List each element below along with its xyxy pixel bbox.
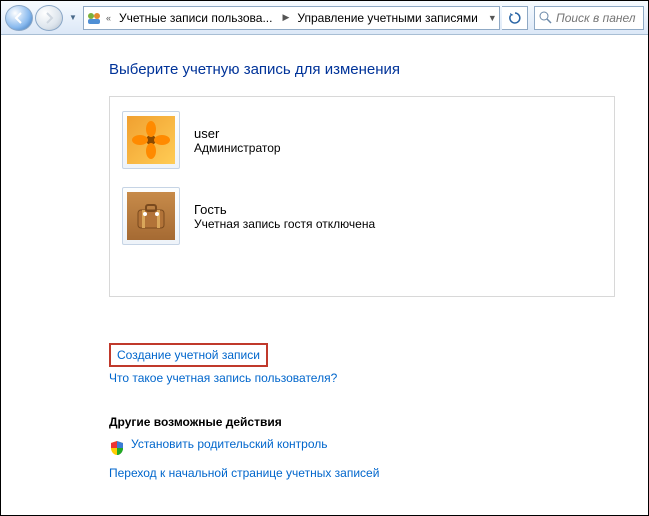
refresh-button[interactable] [502,6,528,30]
account-item-user[interactable]: user Администратор [122,106,602,182]
shield-icon [109,440,125,456]
arrow-left-icon [13,12,25,24]
back-button[interactable] [5,5,33,31]
avatar-suitcase-icon [127,192,175,240]
avatar-flower-icon [127,116,175,164]
forward-button[interactable] [35,5,63,31]
create-account-link[interactable]: Создание учетной записи [109,343,268,367]
account-text: user Администратор [194,126,281,155]
refresh-icon [508,11,522,25]
search-box[interactable] [534,6,644,30]
what-is-account-link[interactable]: Что такое учетная запись пользователя? [109,371,337,385]
user-accounts-icon [86,9,102,27]
address-dropdown[interactable]: ▼ [484,13,500,23]
navigation-bar: ▼ « Учетные записи пользова... ▶ Управле… [1,1,648,35]
search-input[interactable] [556,11,636,25]
page-title: Выберите учетную запись для изменения [109,61,648,78]
account-actions: Создание учетной записи Что такое учетна… [109,343,648,393]
account-status: Учетная запись гостя отключена [194,217,375,231]
history-dropdown[interactable]: ▼ [65,7,81,29]
avatar-frame [122,187,180,245]
breadcrumb-prefix: « [102,13,115,23]
account-name: Гость [194,202,375,217]
other-actions-heading: Другие возможные действия [109,415,648,429]
content-area: Выберите учетную запись для изменения us… [1,35,648,488]
search-icon [539,11,552,24]
address-bar[interactable]: « Учетные записи пользова... ▶ Управлени… [83,6,500,30]
goto-accounts-home-link[interactable]: Переход к начальной странице учетных зап… [109,466,379,480]
account-role: Администратор [194,141,281,155]
chevron-right-icon[interactable]: ▶ [278,12,293,23]
breadcrumb-segment-2[interactable]: Управление учетными записями [293,7,483,29]
breadcrumb-segment-1[interactable]: Учетные записи пользова... [115,7,278,29]
account-text: Гость Учетная запись гостя отключена [194,202,375,231]
parental-controls-link[interactable]: Установить родительский контроль [131,437,328,451]
account-item-guest[interactable]: Гость Учетная запись гостя отключена [122,182,602,258]
account-name: user [194,126,281,141]
arrow-right-icon [43,12,55,24]
avatar-frame [122,111,180,169]
accounts-panel: user Администратор Гость [109,96,615,297]
